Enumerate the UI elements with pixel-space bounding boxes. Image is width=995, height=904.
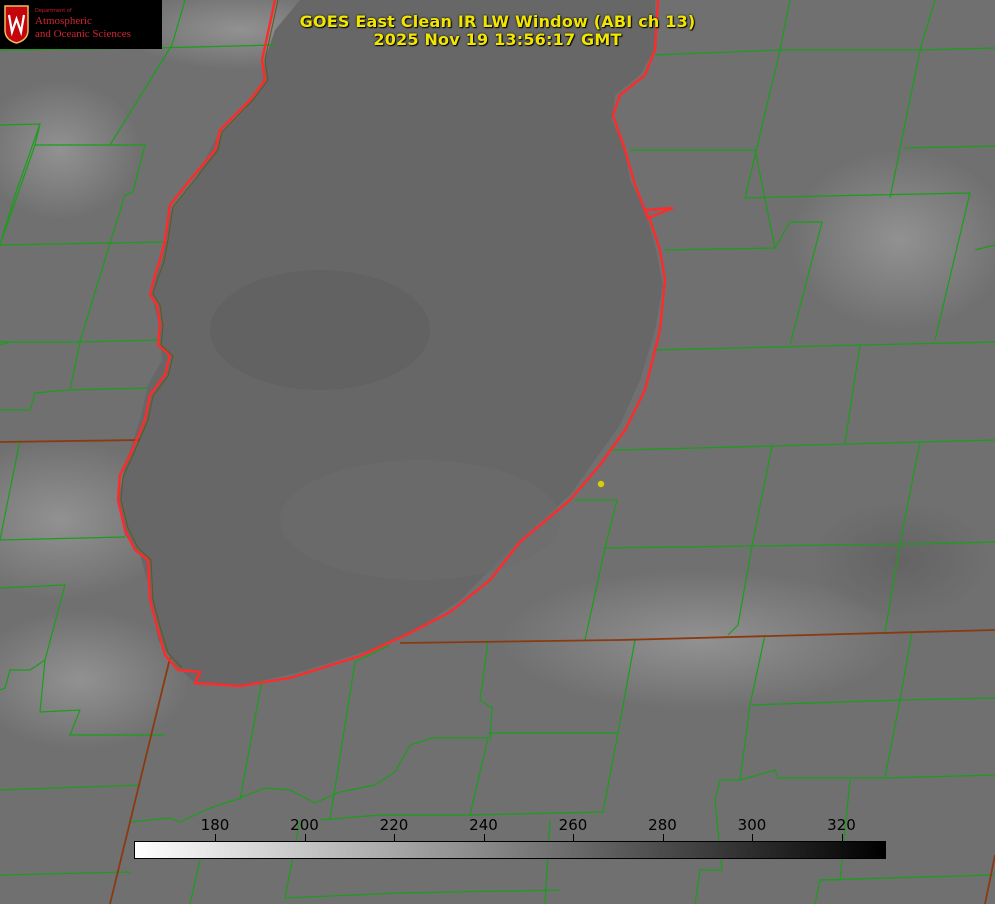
colorbar-tick-mark — [573, 834, 574, 841]
colorbar-tick-label: 200 — [290, 816, 319, 834]
colorbar-tick-label: 180 — [200, 816, 230, 834]
colorbar-tick-mark — [304, 834, 306, 841]
colorbar-tick-mark — [752, 834, 753, 841]
lake-shade — [280, 460, 560, 580]
colorbar-tick-mark — [662, 834, 664, 841]
station-marker-icon — [597, 480, 605, 488]
colorbar-tick-mark — [483, 834, 485, 841]
colorbar-tick-mark — [841, 834, 843, 841]
colorbar-tick-label: 280 — [648, 816, 677, 834]
colorbar-tick-label: 220 — [379, 816, 409, 834]
lake-shade — [210, 270, 430, 390]
colorbar-tick-mark — [394, 834, 395, 841]
cloud-patch — [810, 500, 990, 620]
colorbar-tick-label: 300 — [737, 816, 767, 834]
colorbar-tick-label: 240 — [469, 816, 498, 834]
temperature-colorbar — [134, 841, 886, 859]
satellite-map — [0, 0, 995, 904]
colorbar-tick-label: 320 — [827, 816, 856, 834]
image-timestamp: 2025 Nov 19 13:56:17 GMT — [373, 30, 622, 49]
image-title: GOES East Clean IR LW Window (ABI ch 13) — [299, 12, 696, 31]
colorbar-tick-mark — [215, 834, 216, 841]
colorbar-tick-label: 260 — [558, 816, 588, 834]
